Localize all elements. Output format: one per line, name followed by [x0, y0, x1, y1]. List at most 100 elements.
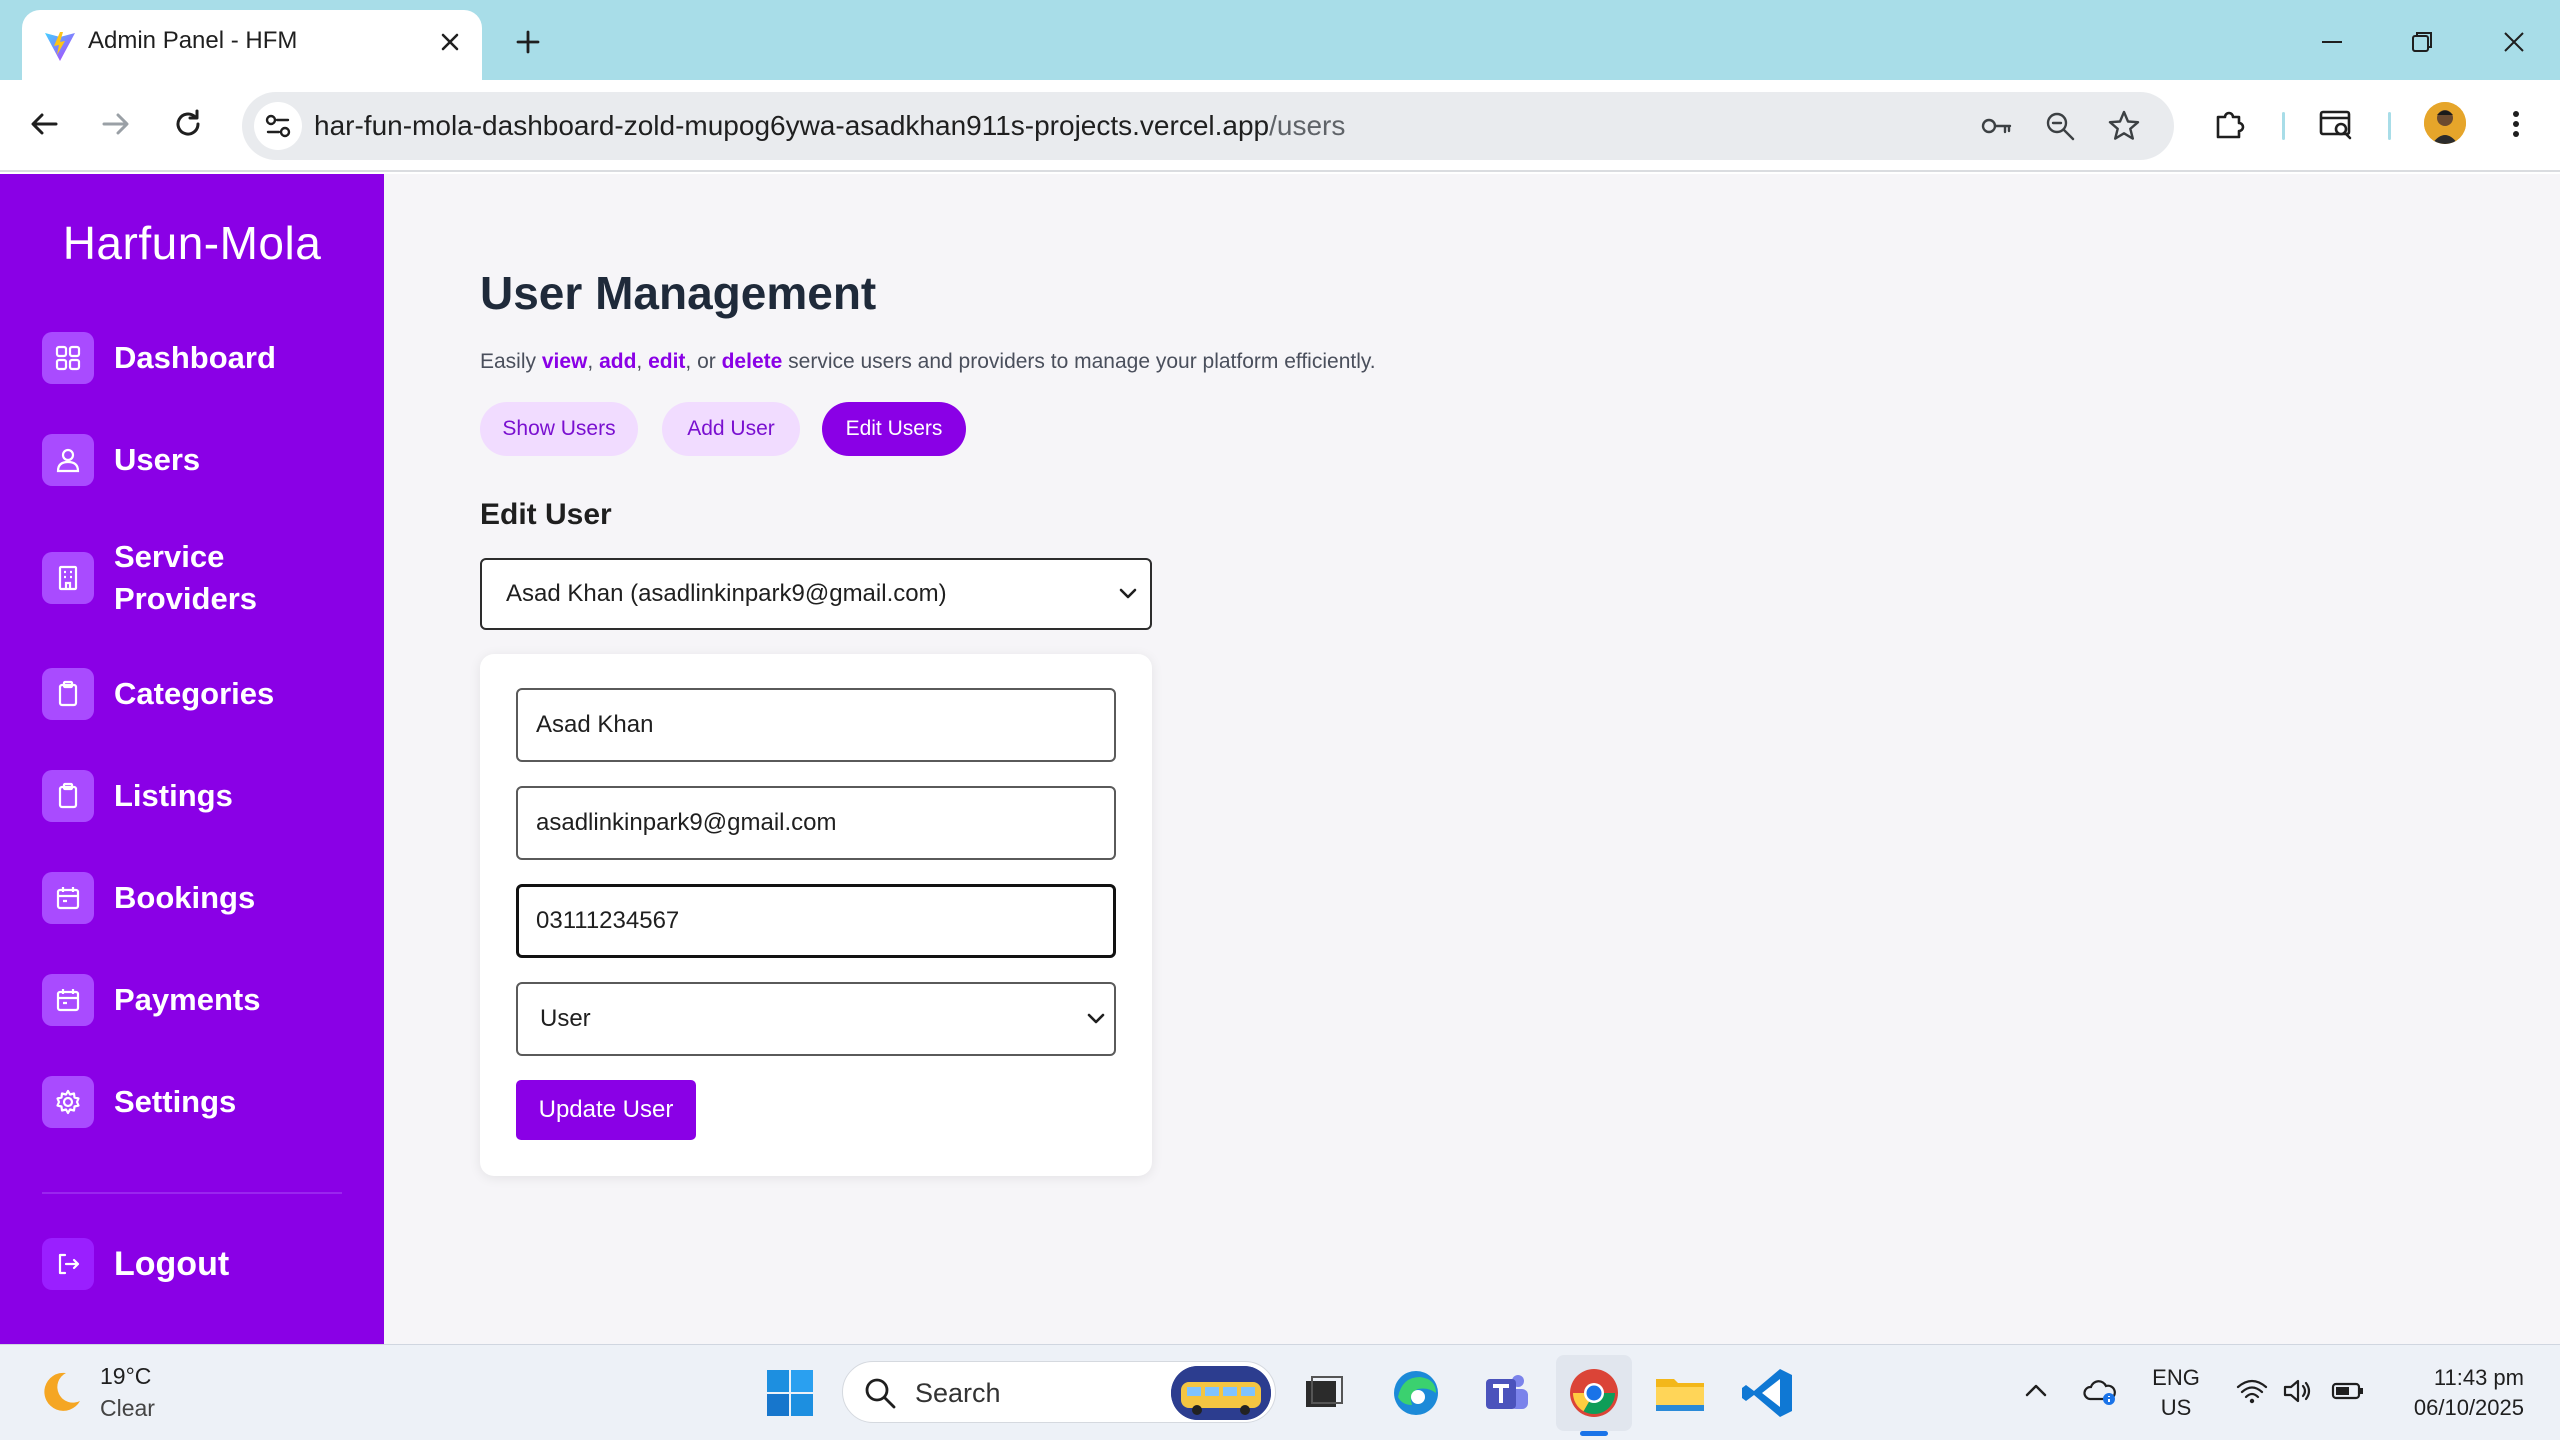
sidebar-item-settings[interactable]: Settings — [42, 1076, 362, 1128]
reload-icon[interactable] — [168, 104, 208, 144]
browser-tab[interactable]: Admin Panel - HFM — [22, 10, 482, 80]
logout-button[interactable]: Logout — [42, 1238, 362, 1290]
site-info-button[interactable] — [254, 102, 302, 150]
search-highlight-image — [1171, 1366, 1271, 1420]
vscode-icon[interactable] — [1740, 1365, 1796, 1421]
file-explorer-icon[interactable] — [1652, 1365, 1708, 1421]
subtitle-delete: delete — [721, 350, 783, 373]
onedrive-cloud-icon[interactable] — [2082, 1373, 2118, 1409]
calendar-icon — [42, 872, 94, 924]
name-field[interactable]: Asad Khan — [516, 688, 1116, 762]
windows-taskbar: 19°C Clear Search ENG US 11:43 pm 06/10/… — [0, 1344, 2560, 1440]
url-path: /users — [1269, 110, 1346, 141]
close-tab-icon[interactable] — [436, 28, 464, 56]
toolbar-separator — [2282, 112, 2285, 140]
brand-logo-text: Harfun-Mola — [62, 217, 322, 269]
weather-condition: Clear — [100, 1395, 155, 1421]
sidebar-item-service-providers[interactable]: Service Providers — [42, 536, 362, 620]
role-select[interactable]: User — [516, 982, 1116, 1056]
phone-field[interactable]: 03111234567 — [516, 884, 1116, 958]
phone-field-value: 03111234567 — [536, 907, 680, 934]
name-field-value: Asad Khan — [536, 711, 654, 738]
calendar-icon — [42, 974, 94, 1026]
taskbar-search[interactable]: Search — [842, 1361, 1276, 1423]
sidebar-item-payments[interactable]: Payments — [42, 974, 362, 1026]
email-field[interactable]: asadlinkinpark9@gmail.com — [516, 786, 1116, 860]
lang-top: ENG — [2152, 1365, 2200, 1390]
key-icon[interactable] — [1978, 108, 2014, 144]
sidebar-item-label: Settings — [114, 1084, 237, 1119]
wifi-icon[interactable] — [2234, 1373, 2270, 1409]
edit-user-form: Asad Khan asadlinkinpark9@gmail.com 0311… — [480, 654, 1152, 1176]
subtitle-view: view — [541, 350, 588, 373]
restore-icon[interactable] — [2402, 22, 2442, 62]
chevron-down-icon — [1119, 588, 1137, 599]
bookmark-star-icon[interactable] — [2106, 108, 2142, 144]
subtitle-edit: edit — [648, 350, 686, 373]
moon-weather-icon[interactable] — [36, 1367, 86, 1417]
sidebar-item-label: Service Providers — [114, 539, 258, 616]
url-host: har-fun-mola-dashboard-zold-mupog6ywa-as… — [314, 110, 1270, 141]
kebab-menu-icon[interactable] — [2496, 104, 2536, 144]
building-icon — [42, 552, 94, 604]
chevron-up-icon[interactable] — [2018, 1373, 2054, 1409]
volume-icon[interactable] — [2280, 1373, 2316, 1409]
zoom-icon[interactable] — [2042, 108, 2078, 144]
address-bar[interactable]: har-fun-mola-dashboard-zold-mupog6ywa-as… — [242, 92, 2174, 160]
tab-add-user[interactable]: Add User — [662, 402, 800, 456]
search-icon — [865, 1378, 896, 1409]
teams-icon[interactable] — [1478, 1365, 1534, 1421]
extensions-puzzle-icon[interactable] — [2210, 104, 2250, 144]
close-window-icon[interactable] — [2494, 22, 2534, 62]
bus-illustration-icon — [1171, 1366, 1271, 1420]
subtitle-text: service users and providers to manage yo… — [782, 350, 1376, 373]
subtitle-text: , or — [685, 350, 722, 373]
sidebar: Harfun-Mola Dashboard Users Service Prov… — [0, 174, 384, 1344]
url-text: har-fun-mola-dashboard-zold-mupog6ywa-as… — [314, 92, 1345, 160]
tune-icon — [265, 114, 291, 138]
sidebar-item-label: Dashboard — [114, 340, 276, 375]
browser-toolbar: har-fun-mola-dashboard-zold-mupog6ywa-as… — [0, 80, 2560, 172]
sidebar-item-bookings[interactable]: Bookings — [42, 872, 362, 924]
task-view-icon[interactable] — [1296, 1365, 1352, 1421]
tab-edit-users[interactable]: Edit Users — [822, 402, 966, 456]
edge-browser-icon[interactable] — [1388, 1365, 1444, 1421]
grid-icon — [42, 332, 94, 384]
gear-icon — [42, 1076, 94, 1128]
logout-icon — [42, 1238, 94, 1290]
sidebar-item-label: Payments — [114, 982, 261, 1017]
tab-title: Admin Panel - HFM — [88, 27, 298, 54]
new-tab-icon[interactable] — [510, 24, 546, 60]
active-app-indicator — [1580, 1431, 1608, 1436]
system-clock[interactable]: 11:43 pm 06/10/2025 — [2370, 1363, 2524, 1423]
update-user-button[interactable]: Update User — [516, 1080, 696, 1140]
windows-start-icon[interactable] — [762, 1365, 818, 1421]
logout-label: Logout — [114, 1245, 230, 1283]
back-arrow-icon[interactable] — [24, 104, 64, 144]
profile-avatar[interactable] — [2424, 102, 2466, 144]
sidebar-item-listings[interactable]: Listings — [42, 770, 362, 822]
browser-tab-strip: Admin Panel - HFM — [0, 0, 2560, 80]
minimize-icon[interactable] — [2312, 22, 2352, 62]
chrome-icon[interactable] — [1566, 1365, 1622, 1421]
user-select-value: Asad Khan (asadlinkinpark9@gmail.com) — [506, 580, 947, 607]
section-title: Edit User — [480, 498, 612, 531]
user-select[interactable]: Asad Khan (asadlinkinpark9@gmail.com) — [480, 558, 1152, 630]
subtitle-text: , — [587, 350, 600, 373]
vite-favicon-icon — [45, 32, 75, 61]
avatar-icon — [2424, 102, 2466, 144]
subtitle-text: Easily — [480, 350, 542, 373]
battery-icon[interactable] — [2330, 1373, 2366, 1409]
forward-arrow-icon[interactable] — [96, 104, 136, 144]
tab-show-users[interactable]: Show Users — [480, 402, 638, 456]
input-language[interactable]: ENG US — [2150, 1363, 2202, 1423]
sidebar-item-label: Listings — [114, 778, 233, 813]
tab-search-icon[interactable] — [2316, 104, 2356, 144]
main-content: User Management Easily view, add, edit, … — [384, 174, 2560, 1344]
sidebar-item-dashboard[interactable]: Dashboard — [42, 332, 362, 384]
clock-time: 11:43 pm — [2433, 1365, 2524, 1390]
sidebar-item-categories[interactable]: Categories — [42, 668, 362, 720]
page-subtitle: Easily view, add, edit, or delete servic… — [480, 350, 1376, 374]
toolbar-separator — [2388, 112, 2391, 140]
sidebar-item-users[interactable]: Users — [42, 434, 362, 486]
